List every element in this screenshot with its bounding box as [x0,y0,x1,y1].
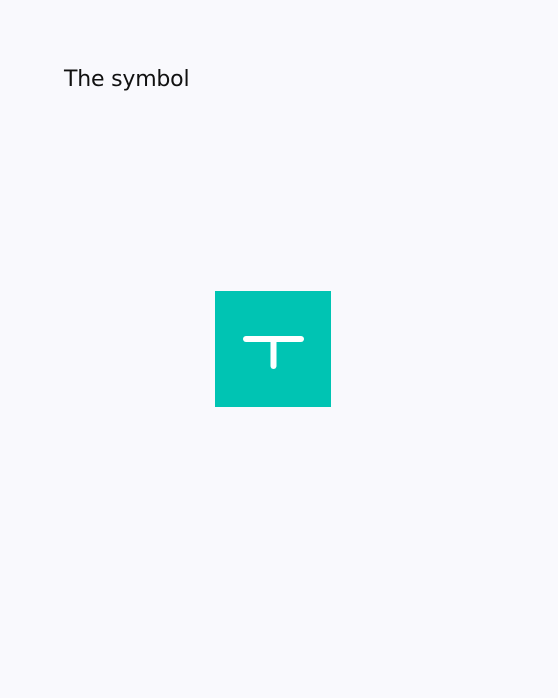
symbol-tile [215,291,331,407]
page-heading: The symbol [64,67,190,92]
t-letter-icon [215,291,331,407]
